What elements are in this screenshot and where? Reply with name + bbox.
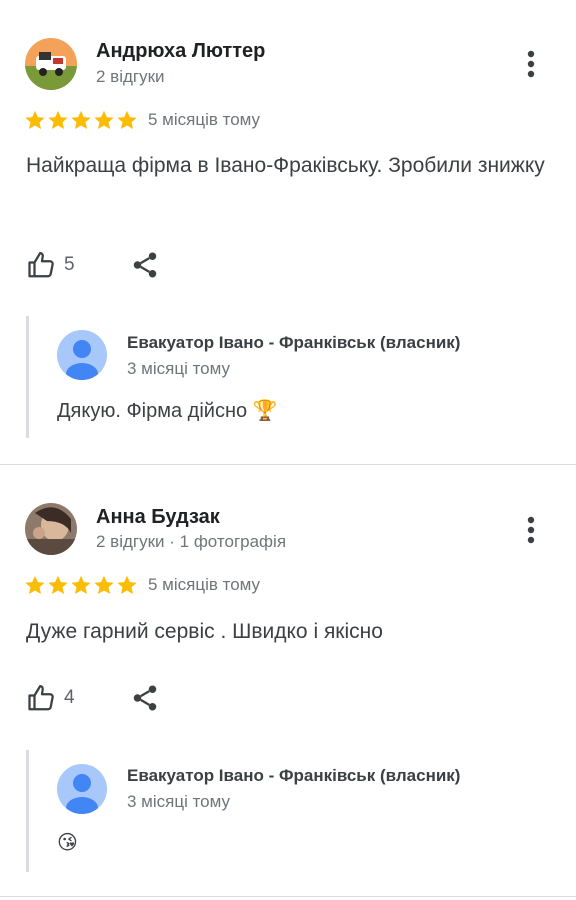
star-icon — [117, 110, 137, 129]
star-icon — [117, 575, 137, 594]
reply-text-content: Дякую. Фірма дійсно — [57, 400, 248, 422]
owner-reply-text: Дякую. Фірма дійсно 🏆 — [57, 398, 278, 423]
star-icon — [71, 110, 91, 129]
person-icon — [66, 774, 98, 814]
reviewer-name[interactable]: Андрюха Люттер — [96, 40, 265, 63]
star-icon — [71, 575, 91, 594]
review-time: 5 місяців тому — [148, 110, 261, 129]
owner-name: Евакуатор Івано - Франківськ (власник) — [127, 766, 461, 785]
reviewer-meta: 2 відгуки — [96, 67, 165, 86]
share-icon — [133, 685, 157, 711]
star-rating — [24, 109, 138, 131]
star-icon — [48, 575, 68, 594]
owner-avatar[interactable] — [57, 764, 107, 814]
reviewer-meta: 2 відгуки · 1 фотографія — [96, 532, 287, 551]
like-button[interactable]: 5 — [26, 250, 75, 280]
star-icon — [48, 110, 68, 129]
reviewer-avatar[interactable] — [25, 503, 77, 555]
review-card: Анна Будзак 2 відгуки · 1 фотографія 5 м… — [0, 465, 576, 900]
share-icon — [133, 252, 157, 278]
star-rating — [24, 574, 138, 596]
share-button[interactable] — [130, 683, 160, 713]
star-icon — [94, 110, 114, 129]
person-icon — [66, 340, 98, 380]
review-card: Андрюха Люттер 2 відгуки 5 місяців тому … — [0, 0, 576, 464]
review-time: 5 місяців тому — [148, 575, 261, 594]
more-vert-icon — [527, 516, 535, 544]
reviewer-avatar[interactable] — [25, 38, 77, 90]
owner-reply: Евакуатор Івано - Франківськ (власник) 3… — [26, 316, 559, 438]
review-text: Дуже гарний сервіс . Швидко і якісно — [26, 620, 383, 643]
thumbs-up-icon — [28, 685, 54, 711]
more-options-button[interactable] — [518, 512, 544, 548]
owner-name: Евакуатор Івано - Франківськ (власник) — [127, 333, 461, 352]
owner-reply-text: 😘 — [57, 830, 78, 855]
owner-avatar[interactable] — [57, 330, 107, 380]
owner-reply-time: 3 місяці тому — [127, 359, 231, 378]
thumbs-up-icon — [28, 252, 54, 278]
like-button[interactable]: 4 — [26, 683, 75, 713]
reviewer-name[interactable]: Анна Будзак — [96, 506, 220, 529]
like-count: 4 — [64, 687, 75, 708]
owner-reply-time: 3 місяці тому — [127, 792, 231, 811]
share-button[interactable] — [130, 250, 160, 280]
trophy-icon: 🏆 — [252, 398, 278, 422]
star-icon — [94, 575, 114, 594]
review-text: Найкраща фірма в Івано-Фраківську. Зроби… — [26, 154, 545, 177]
star-icon — [25, 575, 45, 594]
more-options-button[interactable] — [518, 46, 544, 82]
like-count: 5 — [64, 254, 75, 275]
more-vert-icon — [527, 50, 535, 78]
star-icon — [25, 110, 45, 129]
owner-reply: Евакуатор Івано - Франківськ (власник) 3… — [26, 750, 559, 872]
review-divider — [0, 896, 576, 897]
kiss-face-icon: 😘 — [57, 830, 78, 854]
